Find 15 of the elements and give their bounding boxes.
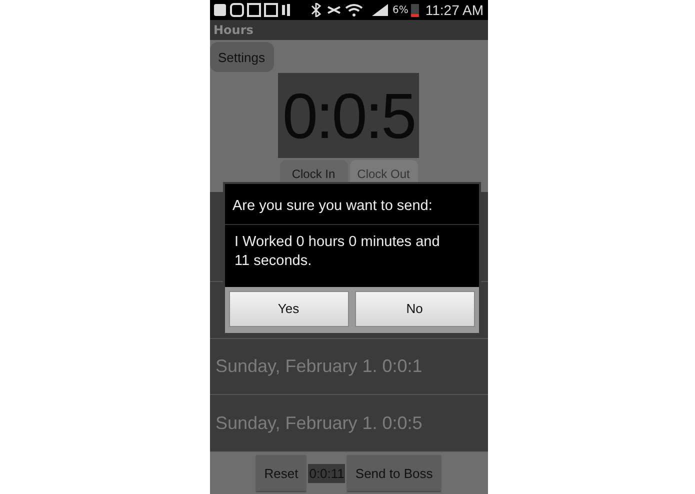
entry-row[interactable]: Sunday, February 1. 0:0:1 — [210, 338, 488, 396]
reset-button[interactable]: Reset — [256, 455, 306, 491]
entry-text: Sunday, February 1. 0:0:5 — [216, 412, 422, 434]
entry-text: Sunday, February 1. 0:0:1 — [216, 356, 422, 378]
yes-button[interactable]: Yes — [228, 290, 348, 327]
clock-time: 11:27 AM — [425, 2, 484, 18]
settings-button[interactable]: Settings — [210, 42, 274, 72]
no-button[interactable]: No — [354, 290, 474, 327]
window-title: Hours — [214, 23, 254, 37]
dialog-title: Are you sure you want to send: — [224, 184, 478, 225]
battery-icon — [411, 3, 420, 17]
send-to-boss-button[interactable]: Send to Boss — [347, 455, 441, 491]
battery-level: 6% — [392, 4, 408, 16]
dialog-message: I Worked 0 hours 0 minutes and 11 seconds. — [234, 233, 441, 271]
entry-row[interactable]: Sunday, February 1. 0:0:5 — [210, 395, 488, 452]
